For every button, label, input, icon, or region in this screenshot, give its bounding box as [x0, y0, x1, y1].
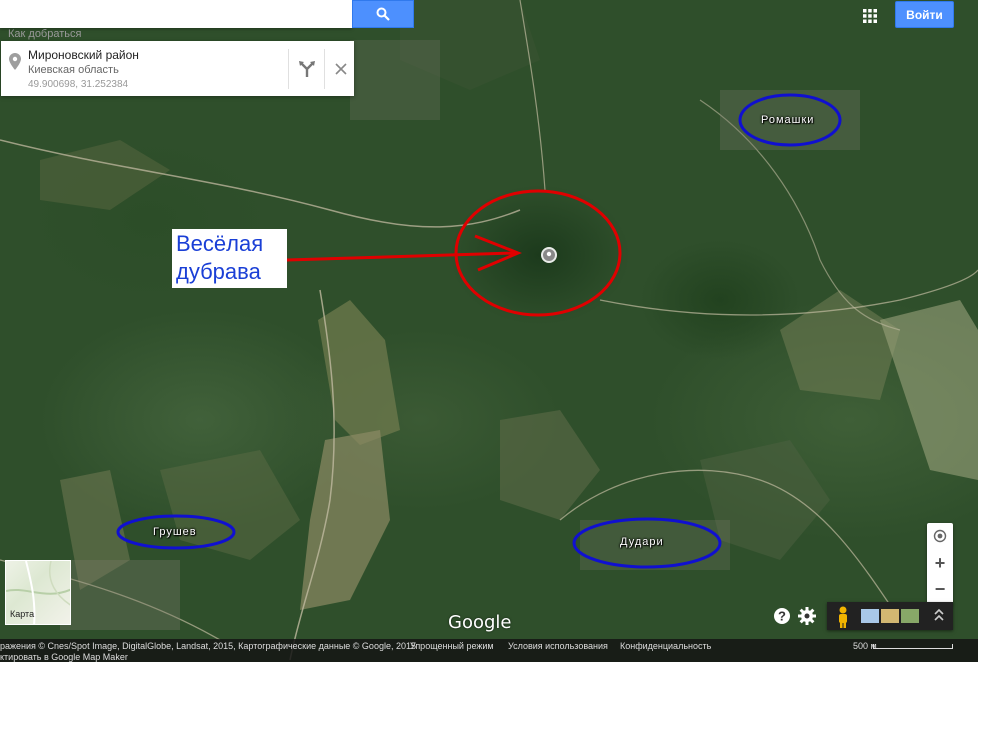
search-input[interactable] [0, 0, 352, 28]
scale-bar [873, 644, 953, 649]
village-label-grushev[interactable]: Грушев [153, 526, 197, 538]
street-view-controls [839, 606, 944, 629]
village-label-romashki[interactable]: Ромашки [761, 114, 814, 126]
annotation-label-line1: Весёлая [176, 231, 264, 256]
zoom-in-button[interactable]: + [927, 551, 953, 575]
gear-icon [798, 607, 816, 625]
pegman-icon[interactable] [839, 606, 847, 629]
imagery-thumb-2[interactable] [881, 609, 899, 623]
annotation-label: Весёлая дубрава [172, 229, 287, 288]
apps-button[interactable] [857, 4, 883, 28]
place-subtitle: Киевская область [28, 64, 119, 76]
lite-mode-link[interactable]: Упрощенный режим [410, 641, 494, 651]
annotation-arrow [286, 234, 522, 272]
place-coordinates: 49.900698, 31.252384 [28, 79, 129, 90]
chevron-up-icon[interactable] [934, 608, 944, 621]
annotation-label-line2: дубрава [176, 259, 261, 284]
privacy-link[interactable]: Конфиденциальность [620, 641, 711, 651]
zoom-out-button[interactable]: − [927, 577, 953, 601]
place-marker-icon[interactable] [541, 247, 557, 263]
terrain-layer [0, 0, 978, 661]
street-view-bar [827, 602, 953, 630]
svg-text:?: ? [778, 609, 786, 624]
attribution-bar: ражения © Cnes/Spot Image, DigitalGlobe,… [0, 639, 978, 662]
map-maker-link[interactable]: ктировать в Google Map Maker [0, 652, 128, 662]
place-card: Мироновский район Киевская область 49.90… [1, 41, 354, 96]
help-button[interactable]: ? [772, 606, 792, 626]
map-layer-switch[interactable]: Карта [5, 560, 71, 625]
my-location-button[interactable] [927, 524, 953, 548]
close-button[interactable] [329, 55, 353, 83]
map-layer-label: Карта [10, 609, 35, 619]
imagery-thumb-3[interactable] [901, 609, 919, 623]
close-icon [335, 63, 347, 75]
place-title: Мироновский район [28, 48, 139, 62]
imagery-attribution: ражения © Cnes/Spot Image, DigitalGlobe,… [0, 641, 416, 651]
apps-grid-icon [863, 9, 877, 23]
zoom-controls: + − [927, 523, 953, 605]
google-logo: Google [448, 612, 512, 633]
imagery-thumb-1[interactable] [861, 609, 879, 623]
terms-link[interactable]: Условия использования [508, 641, 608, 651]
sign-in-button[interactable]: Войти [895, 1, 954, 28]
settings-button[interactable] [797, 606, 817, 626]
card-divider [324, 49, 325, 89]
directions-icon [299, 61, 315, 77]
search-button[interactable] [352, 0, 414, 28]
search-icon [376, 7, 390, 21]
help-icon: ? [774, 608, 790, 624]
my-location-icon [933, 529, 947, 543]
card-divider [288, 49, 289, 89]
village-label-dudari[interactable]: Дудари [620, 536, 664, 548]
directions-button[interactable] [293, 55, 321, 83]
directions-link[interactable]: Как добраться [8, 28, 81, 40]
satellite-map[interactable]: Весёлая дубрава Ромашки Грушев Дудари Ка… [0, 0, 978, 662]
location-pin-icon [9, 53, 21, 70]
